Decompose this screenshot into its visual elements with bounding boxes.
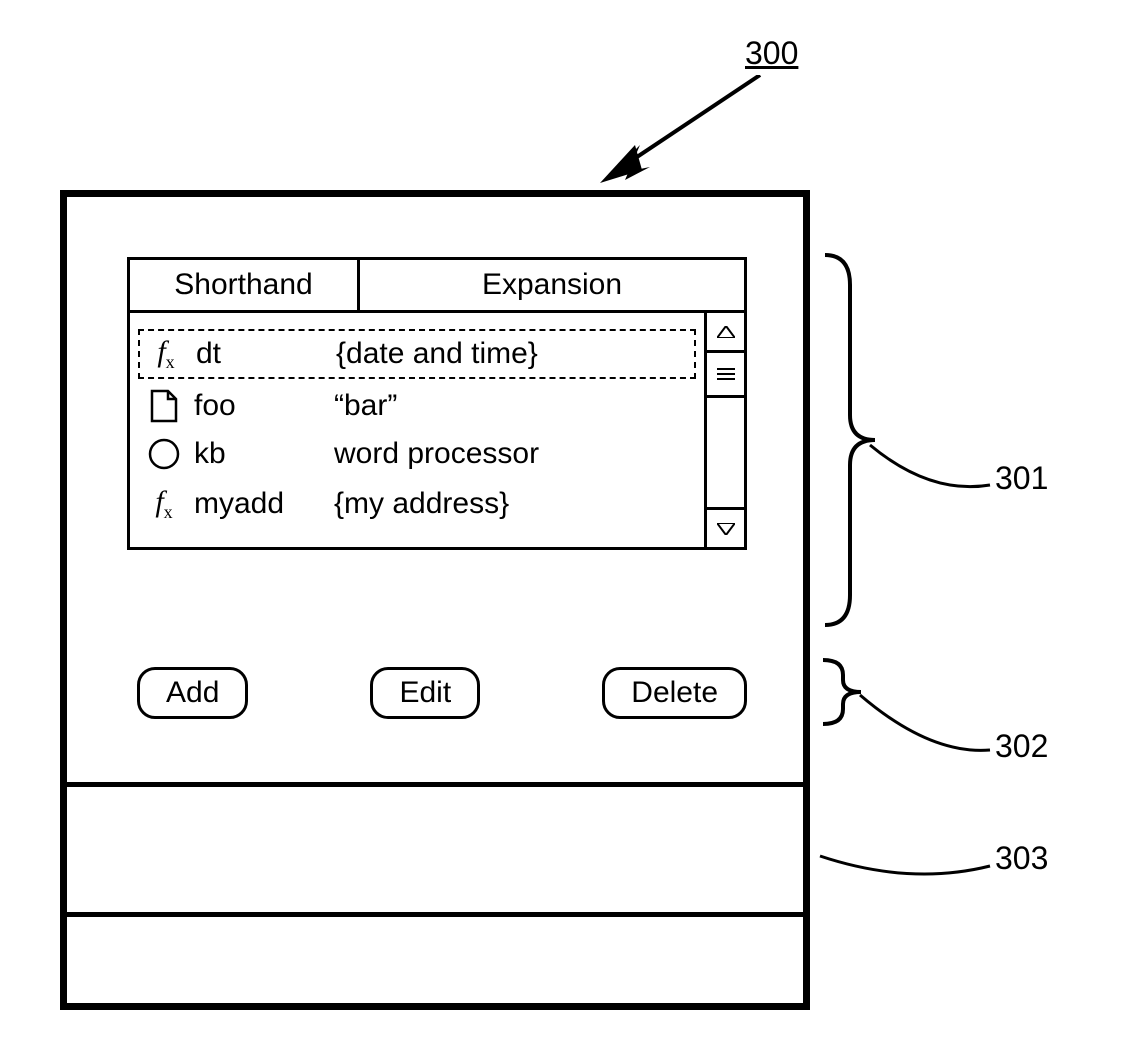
shorthand-cell: myadd xyxy=(184,487,334,521)
scrollbar[interactable] xyxy=(704,313,744,547)
shorthand-cell: dt xyxy=(186,337,336,371)
list-row[interactable]: foo “bar” xyxy=(138,385,696,427)
delete-button[interactable]: Delete xyxy=(602,667,747,719)
header-expansion[interactable]: Expansion xyxy=(360,260,744,310)
expansion-cell: “bar” xyxy=(334,389,690,423)
divider xyxy=(67,782,803,787)
expansion-cell: {date and time} xyxy=(336,337,688,371)
scroll-down-icon[interactable] xyxy=(707,507,744,547)
arrow-to-device xyxy=(580,75,780,195)
button-row: Add Edit Delete xyxy=(137,667,747,719)
page-icon xyxy=(144,389,184,423)
scroll-up-icon[interactable] xyxy=(707,313,744,353)
scroll-thumb[interactable] xyxy=(707,353,744,398)
device-frame: Shorthand Expansion fx dt {date and time… xyxy=(60,190,810,1010)
function-icon: fx xyxy=(146,335,186,373)
edit-button[interactable]: Edit xyxy=(370,667,480,719)
list-row[interactable]: fx dt {date and time} xyxy=(138,329,696,379)
function-icon: fx xyxy=(144,485,184,523)
header-shorthand[interactable]: Shorthand xyxy=(130,260,360,310)
expansion-cell: {my address} xyxy=(334,487,690,521)
leader-302 xyxy=(860,690,1000,760)
list-body: fx dt {date and time} foo “bar” kb xyxy=(130,313,704,547)
ref-label-302: 302 xyxy=(995,728,1048,765)
expansion-cell: word processor xyxy=(334,437,690,471)
ref-label-300: 300 xyxy=(745,35,798,72)
leader-301 xyxy=(870,435,1000,495)
shorthand-cell: foo xyxy=(184,389,334,423)
leader-303 xyxy=(820,838,1000,888)
ref-label-303: 303 xyxy=(995,840,1048,877)
circle-icon xyxy=(144,437,184,471)
scroll-track[interactable] xyxy=(707,398,744,507)
list-row[interactable]: fx myadd {my address} xyxy=(138,481,696,527)
divider xyxy=(67,912,803,917)
list-row[interactable]: kb word processor xyxy=(138,433,696,475)
ref-label-301: 301 xyxy=(995,460,1048,497)
shorthand-cell: kb xyxy=(184,437,334,471)
add-button[interactable]: Add xyxy=(137,667,248,719)
list-header: Shorthand Expansion xyxy=(130,260,744,313)
shortcuts-list-panel: Shorthand Expansion fx dt {date and time… xyxy=(127,257,747,550)
